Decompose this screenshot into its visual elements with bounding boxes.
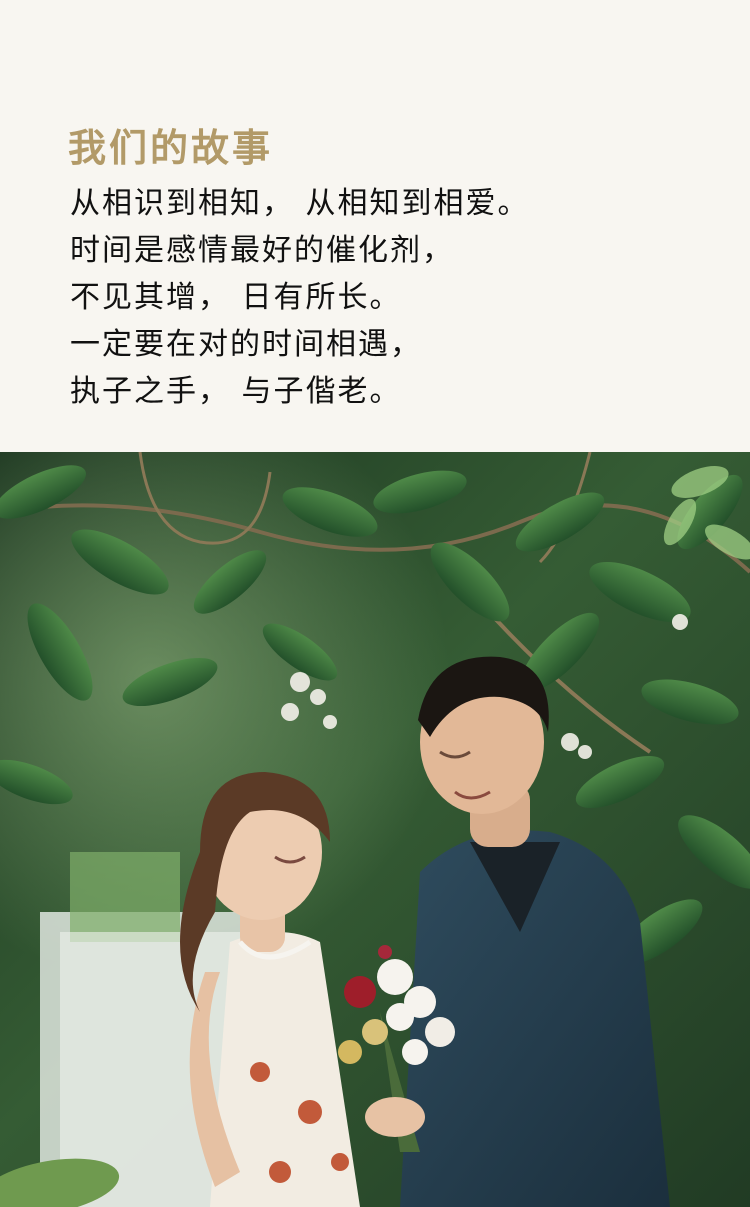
story-title: 我们的故事 bbox=[68, 125, 274, 171]
poem-line: 时间是感情最好的催化剂， bbox=[70, 233, 454, 268]
couple-photo-illustration bbox=[0, 452, 750, 1207]
story-text-panel: 我们的故事 从相识到相知， 从相知到相爱。 时间是感情最好的催化剂， 不见其增，… bbox=[0, 0, 750, 452]
story-poem: 从相识到相知， 从相知到相爱。 时间是感情最好的催化剂， 不见其增， 日有所长。… bbox=[70, 180, 530, 415]
poem-line: 执子之手， 与子偕老。 bbox=[70, 374, 402, 409]
poem-line: 不见其增， 日有所长。 bbox=[70, 280, 402, 315]
poem-line: 从相识到相知， 从相知到相爱。 bbox=[70, 186, 530, 221]
poem-line: 一定要在对的时间相遇， bbox=[70, 327, 422, 362]
couple-photo bbox=[0, 452, 750, 1207]
